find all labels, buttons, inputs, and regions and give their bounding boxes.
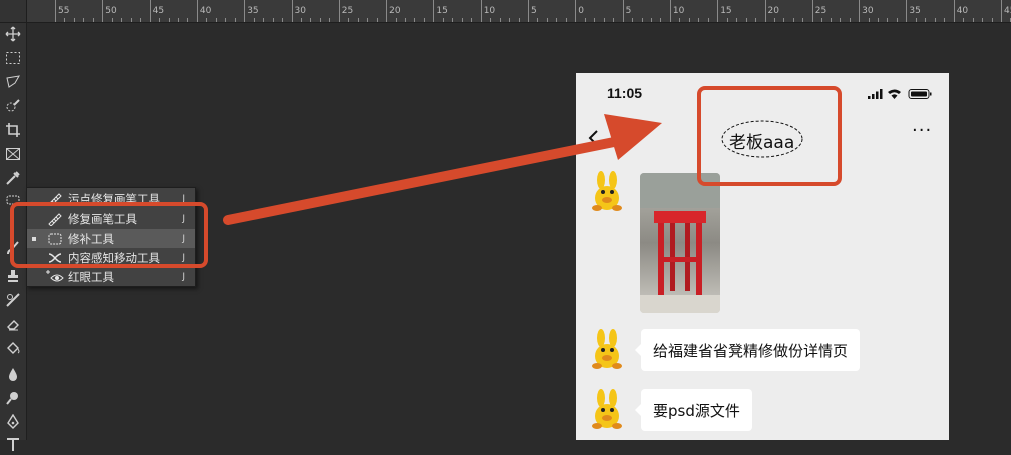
annotation-arrow [223,114,662,225]
